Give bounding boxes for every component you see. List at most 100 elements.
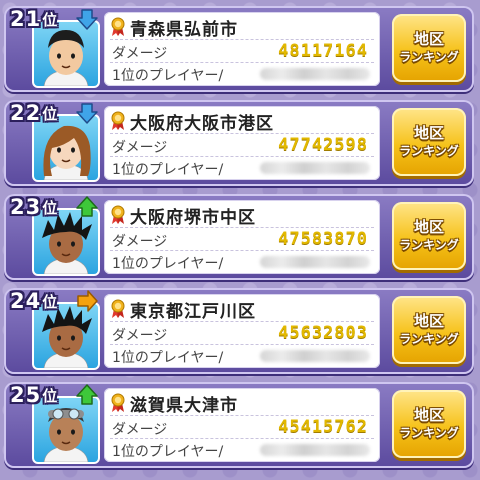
damage-row: ダメージ 45632803: [110, 323, 374, 344]
region-name: 東京都江戸川区: [130, 301, 256, 322]
region-title-row: 東京都江戸川区: [110, 298, 376, 322]
damage-label: ダメージ: [112, 422, 168, 438]
region-title-row: 青森県弘前市: [110, 16, 376, 40]
rank-label: 22 位: [10, 98, 57, 124]
damage-value: 45632803: [278, 323, 368, 343]
rank-suffix: 位: [42, 105, 58, 123]
blurred-player-name: [260, 256, 370, 268]
ranking-card: 滋賀県大津市ダメージ 45415762 1位のプレイヤー/: [104, 388, 380, 462]
top-player-row: 1位のプレイヤー/: [110, 440, 374, 460]
top-player-label: 1位のプレイヤー/: [112, 256, 224, 272]
region-button-line2: ランキング: [399, 426, 459, 440]
ranking-row: 25 位滋賀県大津市 ダメージ 45415762 1位のプレイヤー/地区 ランキング: [4, 382, 474, 468]
region-ranking-button[interactable]: 地区 ランキング: [392, 202, 466, 270]
divider: [110, 250, 374, 251]
region-ranking-button[interactable]: 地区 ランキング: [392, 14, 466, 82]
region-button-line2: ランキング: [399, 238, 459, 252]
region-button-line2: ランキング: [399, 50, 459, 64]
region-button-line1: 地区: [413, 218, 444, 236]
top-player-row: 1位のプレイヤー/: [110, 64, 374, 84]
divider: [110, 321, 374, 322]
divider: [110, 415, 374, 416]
blurred-player-name: [260, 68, 370, 80]
rank-suffix: 位: [42, 387, 58, 405]
region-title-row: 大阪府堺市中区: [110, 204, 376, 228]
region-name: 青森県弘前市: [130, 19, 238, 40]
top-player-row: 1位のプレイヤー/: [110, 346, 374, 366]
rank-trend-down-icon: [76, 102, 98, 124]
rank-trend-flat-icon: [76, 290, 98, 312]
damage-value: 47742598: [278, 135, 368, 155]
top-player-label: 1位のプレイヤー/: [112, 68, 224, 84]
damage-value: 47583870: [278, 229, 368, 249]
divider: [110, 133, 374, 134]
region-button-line1: 地区: [413, 124, 444, 142]
player-avatar: [32, 114, 100, 182]
region-name: 滋賀県大津市: [130, 395, 238, 416]
damage-label: ダメージ: [112, 234, 168, 250]
medal-ribbon-icon: [110, 393, 126, 413]
region-name: 大阪府大阪市港区: [130, 113, 274, 134]
region-ranking-button[interactable]: 地区 ランキング: [392, 296, 466, 364]
rank-label: 25 位: [10, 380, 57, 406]
divider: [110, 62, 374, 63]
region-button-line2: ランキング: [399, 332, 459, 346]
ranking-card: 東京都江戸川区ダメージ 45632803 1位のプレイヤー/: [104, 294, 380, 368]
rank-number: 24: [10, 289, 42, 313]
divider: [110, 156, 374, 157]
player-avatar: [32, 396, 100, 464]
damage-label: ダメージ: [112, 46, 168, 62]
ranking-card: 大阪府大阪市港区ダメージ 47742598 1位のプレイヤー/: [104, 106, 380, 180]
divider: [110, 438, 374, 439]
rank-number: 23: [10, 195, 42, 219]
medal-ribbon-icon: [110, 111, 126, 131]
ranking-list: 21 位青森県弘前市 ダメージ 48117164 1位のプレイヤー/地区 ランキング 22 位…: [0, 0, 480, 480]
damage-row: ダメージ 48117164: [110, 41, 374, 62]
ranking-row: 21 位青森県弘前市 ダメージ 48117164 1位のプレイヤー/地区 ランキング: [4, 6, 474, 92]
blurred-player-name: [260, 350, 370, 362]
rank-trend-up-icon: [76, 196, 98, 218]
damage-row: ダメージ 47583870: [110, 229, 374, 250]
damage-label: ダメージ: [112, 328, 168, 344]
damage-row: ダメージ 45415762: [110, 417, 374, 438]
player-avatar: [32, 302, 100, 370]
region-button-line1: 地区: [413, 406, 444, 424]
divider: [110, 227, 374, 228]
region-ranking-button[interactable]: 地区 ランキング: [392, 390, 466, 458]
damage-row: ダメージ 47742598: [110, 135, 374, 156]
player-avatar: [32, 20, 100, 88]
rank-trend-down-icon: [76, 8, 98, 30]
rank-suffix: 位: [42, 199, 58, 217]
region-button-line1: 地区: [413, 312, 444, 330]
region-name: 大阪府堺市中区: [130, 207, 256, 228]
divider: [110, 344, 374, 345]
medal-ribbon-icon: [110, 299, 126, 319]
rank-number: 25: [10, 383, 42, 407]
region-title-row: 大阪府大阪市港区: [110, 110, 376, 134]
rank-label: 24 位: [10, 286, 57, 312]
rank-number: 21: [10, 7, 42, 31]
damage-value: 48117164: [278, 41, 368, 61]
rank-label: 23 位: [10, 192, 57, 218]
ranking-card: 大阪府堺市中区ダメージ 47583870 1位のプレイヤー/: [104, 200, 380, 274]
ranking-row: 24 位東京都江戸川区 ダメージ 45632803 1位のプレイヤー/地区 ランキング: [4, 288, 474, 374]
medal-ribbon-icon: [110, 205, 126, 225]
top-player-label: 1位のプレイヤー/: [112, 162, 224, 178]
damage-value: 45415762: [278, 417, 368, 437]
divider: [110, 39, 374, 40]
blurred-player-name: [260, 162, 370, 174]
rank-number: 22: [10, 101, 42, 125]
ranking-card: 青森県弘前市ダメージ 48117164 1位のプレイヤー/: [104, 12, 380, 86]
ranking-row: 23 位大阪府堺市中区 ダメージ 47583870 1位のプレイヤー/地区 ランキング: [4, 194, 474, 280]
region-ranking-button[interactable]: 地区 ランキング: [392, 108, 466, 176]
medal-ribbon-icon: [110, 17, 126, 37]
damage-label: ダメージ: [112, 140, 168, 156]
ranking-row: 22 位大阪府大阪市港区 ダメージ 47742598 1位のプレイヤー/地区 ランキング: [4, 100, 474, 186]
region-title-row: 滋賀県大津市: [110, 392, 376, 416]
rank-trend-up-icon: [76, 384, 98, 406]
top-player-row: 1位のプレイヤー/: [110, 252, 374, 272]
top-player-row: 1位のプレイヤー/: [110, 158, 374, 178]
player-avatar: [32, 208, 100, 276]
top-player-label: 1位のプレイヤー/: [112, 444, 224, 460]
top-player-label: 1位のプレイヤー/: [112, 350, 224, 366]
